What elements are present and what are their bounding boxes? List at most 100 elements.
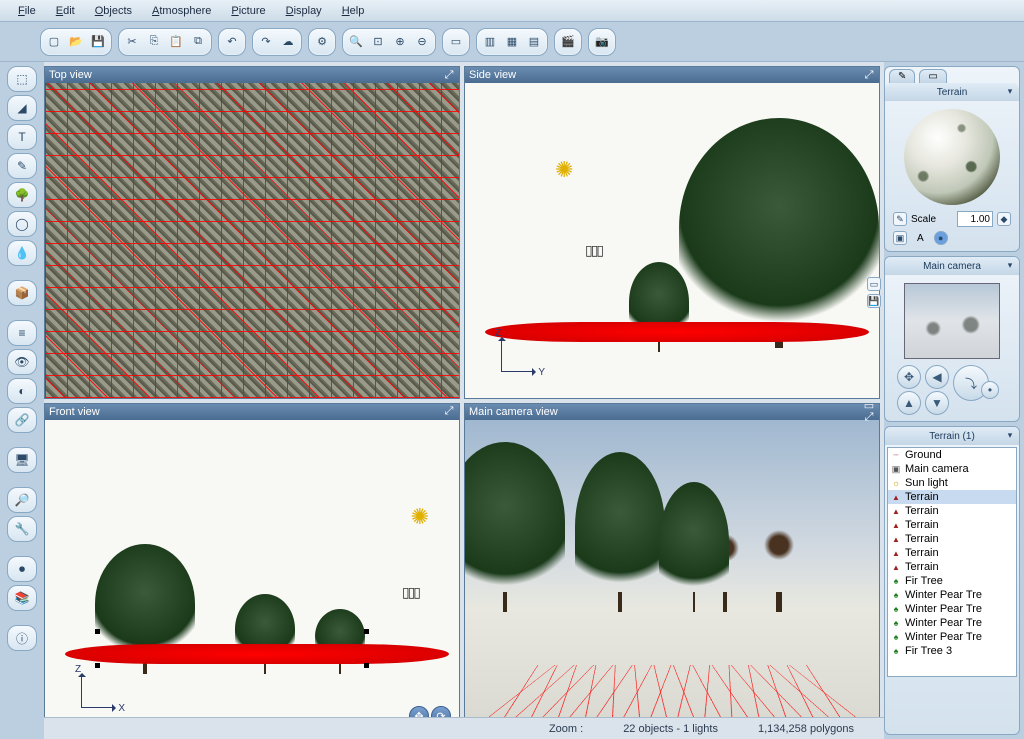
open-button[interactable]: 📂 — [65, 31, 87, 53]
selection-handle[interactable] — [364, 663, 369, 668]
primitive-tool[interactable]: ◯ — [7, 211, 37, 237]
alpha-picker-icon[interactable]: ● — [934, 231, 948, 245]
list-item[interactable]: Winter Pear Tre — [888, 616, 1016, 630]
save-button[interactable]: 💾 — [87, 31, 109, 53]
material-preview-sphere[interactable] — [904, 109, 1000, 205]
move-tool[interactable]: ◢ — [7, 95, 37, 121]
tree-icon — [890, 632, 902, 642]
layout-1-button[interactable]: ▥ — [479, 31, 501, 53]
nav-left-button[interactable]: ◀ — [925, 365, 949, 389]
camera-gizmo[interactable]: ▯▯▯ — [585, 242, 602, 259]
plant-tool[interactable]: 🌳 — [7, 182, 37, 208]
zoom-in-button[interactable]: 🔍 — [345, 31, 367, 53]
list-item[interactable]: Winter Pear Tre — [888, 588, 1016, 602]
list-item[interactable]: Terrain — [888, 504, 1016, 518]
scale-stepper-icon[interactable]: ◆ — [997, 212, 1011, 226]
nav-dot-button[interactable]: • — [981, 381, 999, 399]
paste-button[interactable]: 📋 — [165, 31, 187, 53]
collapse-icon[interactable]: ▾ — [1004, 85, 1016, 97]
menu-edit[interactable]: Edit — [46, 2, 85, 20]
nav-up-button[interactable]: ▲ — [897, 391, 921, 415]
mask-tool[interactable]: ◐ — [7, 378, 37, 404]
duplicate-button[interactable]: ⧉ — [187, 31, 209, 53]
selection-handle[interactable] — [95, 629, 100, 634]
list-item-label: Terrain — [905, 547, 939, 559]
material-tab[interactable]: ✎ — [889, 69, 915, 83]
copy-button[interactable]: ⎘ — [143, 31, 165, 53]
collapse-icon[interactable]: ▾ — [1004, 259, 1016, 271]
inspect-tool[interactable]: 🔎 — [7, 487, 37, 513]
library-tool[interactable]: 📚 — [7, 585, 37, 611]
import-tool[interactable]: 📦 — [7, 280, 37, 306]
wrench-tool[interactable]: 🔧 — [7, 516, 37, 542]
selection-handle[interactable] — [364, 629, 369, 634]
side-viewport[interactable]: Side view ⤢ ✺ ▯▯▯ Z Y — [464, 66, 880, 399]
atmosphere-button[interactable]: ☁ — [277, 31, 299, 53]
render-opts-button[interactable]: ⚙ — [311, 31, 333, 53]
select-tool[interactable]: ⬚ — [7, 66, 37, 92]
list-item[interactable]: Terrain — [888, 560, 1016, 574]
render-button[interactable]: 🎬 — [557, 31, 579, 53]
menu-picture[interactable]: Picture — [221, 2, 275, 20]
top-viewport[interactable]: Top view ⤢ — [44, 66, 460, 399]
list-item[interactable]: Main camera — [888, 462, 1016, 476]
layout-2-button[interactable]: ▦ — [501, 31, 523, 53]
edit-material-icon[interactable]: ✎ — [893, 212, 907, 226]
pen-tool[interactable]: ✎ — [7, 153, 37, 179]
info-tool[interactable]: ⓘ — [7, 625, 37, 651]
layers-tool[interactable]: ≡ — [7, 320, 37, 346]
sun-gizmo[interactable]: ✺ — [411, 504, 429, 530]
menu-atmosphere[interactable]: Atmosphere — [142, 2, 221, 20]
list-item[interactable]: Ground — [888, 448, 1016, 462]
visibility-tool[interactable]: 👁 — [7, 349, 37, 375]
object-list[interactable]: GroundMain cameraSun lightTerrainTerrain… — [887, 447, 1017, 677]
scale-input[interactable] — [957, 211, 993, 227]
redo-button[interactable]: ↷ — [255, 31, 277, 53]
new-button[interactable]: ▢ — [43, 31, 65, 53]
maximize-icon[interactable]: ⤢ — [443, 69, 455, 81]
text-tool[interactable]: T — [7, 124, 37, 150]
front-viewport[interactable]: Front view ⤢ ✺ ▯▯▯ Z X ✥ ⟳ — [44, 403, 460, 736]
cam-opt-2-icon[interactable]: 💾 — [867, 294, 881, 308]
list-item[interactable]: Terrain — [888, 546, 1016, 560]
list-item[interactable]: Fir Tree — [888, 574, 1016, 588]
nav-down-button[interactable]: ▼ — [925, 391, 949, 415]
menu-objects[interactable]: Objects — [85, 2, 142, 20]
layout-3-button[interactable]: ▤ — [523, 31, 545, 53]
nav-cross-button[interactable]: ✥ — [897, 365, 921, 389]
list-item[interactable]: Winter Pear Tre — [888, 630, 1016, 644]
list-item[interactable]: Terrain — [888, 490, 1016, 504]
list-item[interactable]: Terrain — [888, 518, 1016, 532]
list-item[interactable]: Fir Tree 3 — [888, 644, 1016, 658]
water-tool[interactable]: 💧 — [7, 240, 37, 266]
cam-opt-1-icon[interactable]: ▭ — [867, 277, 881, 291]
cut-button[interactable]: ✂ — [121, 31, 143, 53]
list-item[interactable]: Sun light — [888, 476, 1016, 490]
menu-display[interactable]: Display — [276, 2, 332, 20]
alpha-icon[interactable]: ▣ — [893, 231, 907, 245]
camera-render-button[interactable]: 📷 — [591, 31, 613, 53]
record-tool[interactable]: ⏺ — [7, 556, 37, 582]
zoom-fit-button[interactable]: ⊡ — [367, 31, 389, 53]
camera-gizmo[interactable]: ▯▯▯ — [402, 584, 419, 601]
sun-gizmo[interactable]: ✺ — [555, 157, 573, 183]
other-tab[interactable]: ▭ — [919, 69, 946, 83]
list-item[interactable]: Winter Pear Tre — [888, 602, 1016, 616]
single-view-button[interactable]: ▭ — [445, 31, 467, 53]
terr-icon — [890, 548, 902, 558]
list-item[interactable]: Terrain — [888, 532, 1016, 546]
menu-file[interactable]: File — [8, 2, 46, 20]
menu-help[interactable]: Help — [332, 2, 375, 20]
main-camera-viewport[interactable]: Main camera view ▭ ⤢ — [464, 403, 880, 736]
undo-button[interactable]: ↶ — [221, 31, 243, 53]
zoom-sel-button[interactable]: ⊕ — [389, 31, 411, 53]
zoom-out-button[interactable]: ⊖ — [411, 31, 433, 53]
camera-thumbnail[interactable] — [904, 283, 1000, 359]
cam-icon — [890, 464, 902, 474]
maximize-icon[interactable]: ⤢ — [863, 412, 875, 424]
monitor-tool[interactable]: 🖥 — [7, 447, 37, 473]
maximize-icon[interactable]: ⤢ — [863, 69, 875, 81]
link-tool[interactable]: 🔗 — [7, 407, 37, 433]
collapse-icon[interactable]: ▾ — [1004, 429, 1016, 441]
maximize-icon[interactable]: ⤢ — [443, 406, 455, 418]
